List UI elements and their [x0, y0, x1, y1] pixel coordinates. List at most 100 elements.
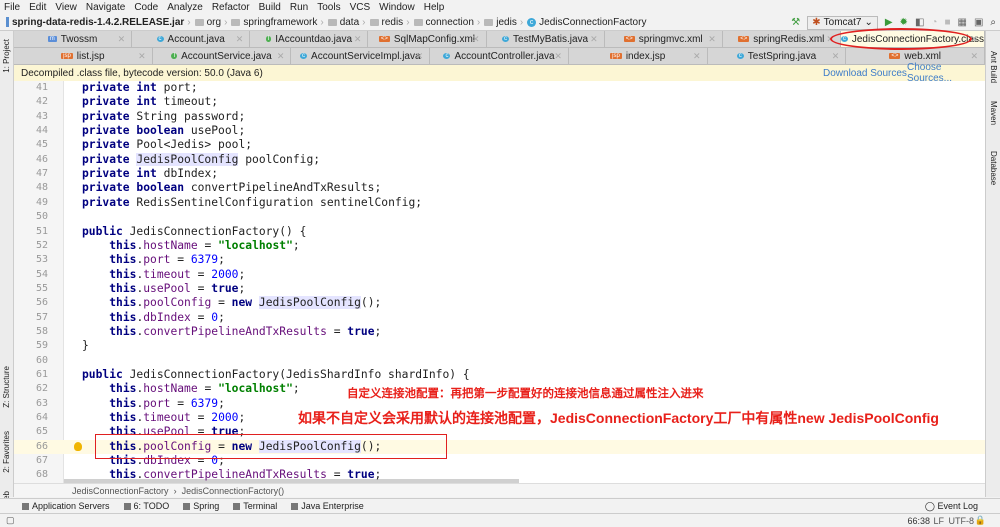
close-icon[interactable]: ✕ [708, 34, 716, 45]
stop-icon[interactable]: ■ [944, 17, 950, 28]
coverage-icon[interactable]: ◧ [915, 17, 924, 28]
token-kw: private [82, 95, 137, 109]
tool-window-6-todo[interactable]: 6: TODO [123, 501, 169, 511]
close-icon[interactable]: ✕ [693, 51, 701, 62]
tool-structure[interactable]: Z: Structure [2, 366, 11, 408]
tool-database[interactable]: Database [989, 151, 998, 185]
menu-help[interactable]: Help [424, 2, 445, 13]
close-icon[interactable]: ✕ [590, 34, 598, 45]
tool-window-spring[interactable]: Spring [183, 501, 219, 511]
close-icon[interactable]: ✕ [277, 51, 285, 62]
code-text: private boolean usePool; [82, 124, 245, 138]
tab-springmvc-xml[interactable]: <> springmvc.xml ✕ [605, 31, 723, 47]
line-separator[interactable]: LF [933, 516, 944, 526]
i-file-icon: I [171, 53, 178, 59]
breadcrumb-folder[interactable]: jedis › [484, 17, 523, 28]
run-icon[interactable]: ▶ [885, 17, 893, 28]
lightbulb-icon[interactable] [74, 441, 82, 451]
close-icon[interactable]: ✕ [236, 34, 244, 45]
tool-project[interactable]: 1: Project [2, 39, 11, 73]
breadcrumb-folder[interactable]: data › [327, 17, 366, 28]
status-icon: ▢ [6, 515, 15, 525]
close-icon[interactable]: ✕ [416, 51, 424, 62]
menu-analyze[interactable]: Analyze [167, 2, 203, 13]
breadcrumb-folder[interactable]: springframework › [231, 17, 324, 28]
breadcrumb-folder[interactable]: redis › [369, 17, 410, 28]
menu-run[interactable]: Run [290, 2, 308, 13]
tab-accountservice-java[interactable]: I AccountService.java ✕ [153, 48, 292, 64]
run-config-select[interactable]: ✱ Tomcat7 ⌄ [807, 15, 878, 30]
menu-tools[interactable]: Tools [317, 2, 340, 13]
code-text: this.usePool = true; [82, 282, 245, 296]
tool-window-application-servers[interactable]: Application Servers [22, 501, 110, 511]
tab-iaccountdao-java[interactable]: I IAccountdao.java ✕ [250, 31, 369, 47]
token-fld: poolConfig [143, 296, 212, 310]
line-number: 56 [35, 297, 48, 309]
tab-testmybatis-java[interactable]: c TestMyBatis.java ✕ [487, 31, 605, 47]
search-icon[interactable]: ⌕ [990, 17, 996, 28]
tool-window-icon [291, 503, 299, 511]
tool-maven[interactable]: Maven [989, 101, 998, 125]
tab-list-jsp[interactable]: jsp list.jsp ✕ [14, 48, 153, 64]
menu-window[interactable]: Window [379, 2, 415, 13]
menu-file[interactable]: File [4, 2, 20, 13]
tab-index-jsp[interactable]: jsp index.jsp ✕ [569, 48, 708, 64]
file-encoding[interactable]: UTF-8 [949, 516, 975, 526]
tool-window-terminal[interactable]: Terminal [233, 501, 277, 511]
event-log-button[interactable]: ◯ Event Log [925, 501, 978, 512]
tab-label: AccountServiceImpl.java [311, 50, 421, 62]
debug-icon[interactable]: ✹ [900, 17, 908, 28]
close-icon[interactable]: ✕ [354, 34, 362, 45]
menu-navigate[interactable]: Navigate [86, 2, 125, 13]
token-kw: new [231, 296, 259, 310]
close-icon[interactable]: ✕ [832, 51, 840, 62]
crumb-method[interactable]: JedisConnectionFactory() [182, 486, 285, 496]
code-text: this.convertPipelineAndTxResults = true; [82, 468, 381, 482]
breadcrumb-folder[interactable]: connection › [413, 17, 480, 28]
menu-code[interactable]: Code [134, 2, 158, 13]
tab-accountserviceimpl-java[interactable]: c AccountServiceImpl.java ✕ [291, 48, 431, 64]
download-sources-link[interactable]: Download Sources [823, 68, 907, 79]
sdk-icon[interactable]: ▣ [974, 17, 983, 28]
code-line: 42 private int timeout; [14, 95, 985, 109]
breadcrumb-jar[interactable]: spring-data-redis-1.4.2.RELEASE.jar › [6, 17, 191, 28]
tab-twossm[interactable]: m Twossm ✕ [14, 31, 133, 47]
tool-ant-build[interactable]: Ant Build [989, 51, 998, 83]
right-tool-strip: Ant Build Maven Database [985, 31, 1000, 497]
close-icon[interactable]: ✕ [138, 51, 146, 62]
token-fld: convertPipelineAndTxResults [143, 468, 327, 482]
close-icon[interactable]: ✕ [472, 34, 480, 45]
code-text: this.port = 6379; [82, 253, 225, 267]
tool-window-label: Terminal [243, 501, 278, 511]
menu-view[interactable]: View [55, 2, 77, 13]
crumb-class[interactable]: JedisConnectionFactory [72, 486, 169, 496]
tab-accountcontroller-java[interactable]: c AccountController.java ✕ [430, 48, 569, 64]
tab-testspring-java[interactable]: c TestSpring.java ✕ [708, 48, 847, 64]
menu-vcs[interactable]: VCS [350, 2, 371, 13]
build-icon[interactable]: ⚒ [791, 17, 800, 28]
lock-icon[interactable]: 🔒 [975, 515, 986, 526]
tab-sqlmapconfig-xml[interactable]: <> SqlMapConfig.xml ✕ [368, 31, 487, 47]
banner-text: Decompiled .class file, bytecode version… [21, 67, 263, 79]
token-kw: this [109, 411, 137, 425]
close-icon[interactable]: ✕ [554, 51, 562, 62]
token-text: RedisSentinelConfiguration sentinelConfi… [136, 195, 423, 209]
tab-springredis-xml[interactable]: <> springRedis.xml ✕ [723, 31, 841, 47]
close-icon[interactable]: ✕ [970, 51, 978, 62]
menu-edit[interactable]: Edit [29, 2, 46, 13]
profile-icon[interactable]: ◔ [931, 17, 937, 28]
cursor-position[interactable]: 66:38 [907, 516, 930, 526]
close-icon[interactable]: ✕ [118, 34, 126, 45]
token-text: JedisConnectionFactory() { [129, 224, 307, 238]
breadcrumb-folder[interactable]: org › [194, 17, 227, 28]
project-structure-icon[interactable]: ▦ [957, 17, 966, 28]
tab-account-java[interactable]: c Account.java ✕ [132, 31, 251, 47]
menu-refactor[interactable]: Refactor [212, 2, 250, 13]
highlight-circle [830, 28, 972, 50]
tool-favorites[interactable]: 2: Favorites [2, 431, 11, 473]
menu-build[interactable]: Build [259, 2, 281, 13]
code-line: 59} [14, 339, 985, 353]
tool-window-java-enterprise[interactable]: Java Enterprise [291, 501, 364, 511]
breadcrumb-class[interactable]: c JedisConnectionFactory [527, 17, 646, 28]
